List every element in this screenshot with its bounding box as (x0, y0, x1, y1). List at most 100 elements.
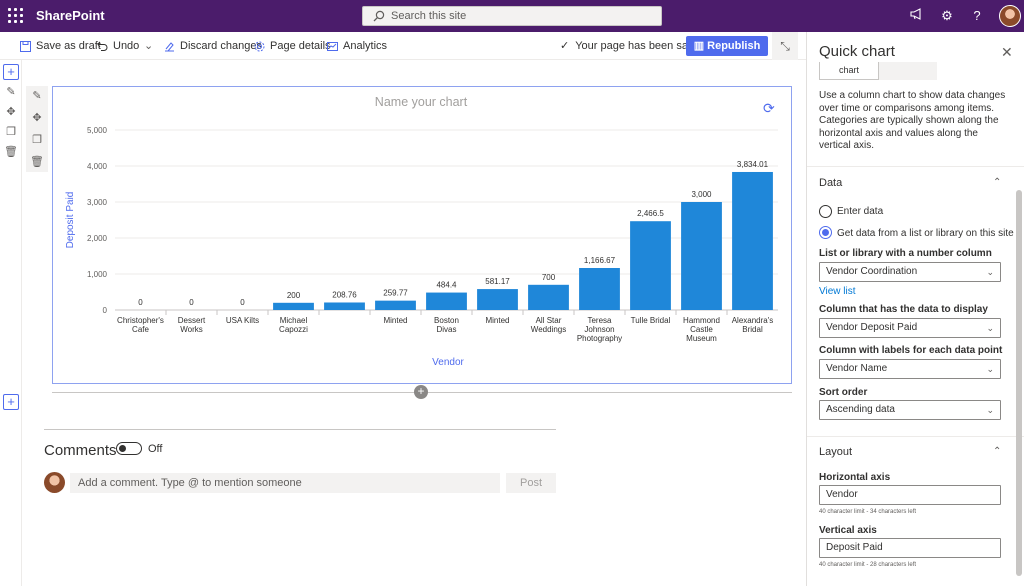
column-dropdown[interactable]: Vendor Deposit Paid ⌄ (819, 318, 1001, 338)
sort-field-label: Sort order (819, 387, 868, 398)
add-section-bottom-plus-icon[interactable]: + (3, 394, 19, 410)
data-label: 208.76 (332, 290, 357, 299)
labels-dropdown[interactable]: Vendor Name ⌄ (819, 359, 1001, 379)
save-draft-button[interactable]: Save as draft (20, 32, 101, 60)
chart-type-option-2[interactable] (879, 62, 937, 80)
pane-scrollbar[interactable] (1016, 190, 1022, 576)
analytics-button[interactable]: Analytics (327, 32, 387, 60)
chevron-up-icon[interactable]: ⌃ (993, 446, 1001, 457)
chart-title: Name your chart (375, 95, 468, 109)
x-tick-label: Capozzi (279, 325, 308, 334)
sort-dropdown-value: Ascending data (826, 404, 895, 415)
delete-webpart-icon[interactable]: 🗑 (29, 154, 45, 170)
refresh-icon[interactable]: ⟳ (763, 100, 775, 117)
chart-type-option[interactable]: chart (819, 62, 879, 80)
book-icon: ▥ (693, 40, 708, 52)
duplicate-webpart-icon[interactable]: ❐ (29, 132, 45, 148)
section-rail: + ✎ ✥ ❐ 🗑 + (0, 60, 22, 586)
avatar[interactable] (999, 5, 1021, 27)
help-icon[interactable]: ? (969, 8, 985, 24)
comment-input[interactable]: Add a comment. Type @ to mention someone (70, 473, 500, 493)
comments-title: Comments (44, 442, 117, 459)
vaxis-hint: 40 character limit - 28 characters left (819, 562, 917, 568)
sort-dropdown[interactable]: Ascending data ⌄ (819, 400, 1001, 420)
list-data-label: Get data from a list or library on this … (837, 228, 1014, 239)
x-tick-label: Bridal (742, 325, 763, 334)
suite-bar: SharePoint Search this site ⚙ ? (0, 0, 1024, 32)
app-brand[interactable]: SharePoint (36, 8, 105, 23)
x-axis-label: Vendor (432, 357, 464, 368)
bar (630, 221, 671, 310)
page-details-button[interactable]: Page details (254, 32, 331, 60)
data-label: 259.77 (383, 289, 408, 298)
property-pane: Quick chart ✕ chart Use a column chart t… (806, 32, 1024, 586)
list-data-radio[interactable] (819, 226, 832, 239)
x-tick-label: USA Kilts (226, 316, 259, 325)
haxis-field-label: Horizontal axis (819, 472, 891, 483)
duplicate-section-icon[interactable]: ❐ (3, 124, 19, 140)
layout-section-header[interactable]: Layout (819, 446, 852, 458)
app-launcher-icon[interactable] (8, 8, 24, 24)
chevron-up-icon[interactable]: ⌃ (993, 177, 1001, 188)
enter-data-radio[interactable] (819, 205, 832, 218)
column-dropdown-value: Vendor Deposit Paid (826, 322, 918, 333)
x-tick-label: Works (180, 325, 203, 334)
x-tick-label: Alexandra's (732, 316, 774, 325)
save-draft-label: Save as draft (36, 40, 101, 52)
bar (426, 292, 467, 310)
checkmark-icon: ✓ (560, 40, 570, 52)
x-tick-label: Michael (280, 316, 308, 325)
pane-title: Quick chart (819, 43, 895, 60)
command-bar: Save as draft Undo ⌄ Discard changes Pag… (0, 32, 806, 60)
y-tick-label: 0 (103, 306, 108, 315)
add-webpart-plus-icon[interactable]: + (414, 385, 428, 399)
data-label: 700 (542, 273, 556, 282)
list-dropdown[interactable]: Vendor Coordination ⌄ (819, 262, 1001, 282)
x-tick-label: All Star (536, 316, 562, 325)
delete-section-icon[interactable]: 🗑 (3, 144, 19, 160)
chevron-down-icon: ⌄ (986, 405, 994, 415)
x-tick-label: Hammond (683, 316, 720, 325)
republish-button[interactable]: ▥ Republish (686, 36, 768, 56)
move-section-icon[interactable]: ✥ (3, 104, 19, 120)
data-label: 581.17 (485, 277, 510, 286)
list-dropdown-value: Vendor Coordination (826, 266, 918, 277)
webpart-toolbox: ✎ ✥ ❐ 🗑 (26, 86, 48, 172)
vaxis-input[interactable]: Deposit Paid (819, 538, 1001, 558)
discard-label: Discard changes (180, 40, 262, 52)
gear-icon[interactable]: ⚙ (939, 8, 955, 24)
analytics-label: Analytics (343, 40, 388, 52)
search-input[interactable]: Search this site (362, 6, 662, 26)
data-label: 0 (240, 298, 245, 307)
bar (732, 171, 773, 310)
undo-button[interactable]: Undo (97, 32, 139, 60)
y-tick-label: 4,000 (87, 162, 108, 171)
undo-dropdown-chevron-icon[interactable]: ⌄ (144, 32, 153, 60)
move-webpart-icon[interactable]: ✥ (29, 110, 45, 126)
close-icon[interactable]: ✕ (1001, 44, 1013, 61)
analytics-icon (327, 42, 338, 51)
edit-section-icon[interactable]: ✎ (3, 84, 19, 100)
chevron-down-icon: ⌄ (986, 267, 994, 277)
view-list-link[interactable]: View list (819, 286, 856, 297)
data-label: 3,834.01 (737, 160, 769, 169)
data-label: 0 (138, 298, 143, 307)
megaphone-icon[interactable] (909, 8, 925, 24)
x-tick-label: Teresa (587, 316, 612, 325)
x-tick-label: Museum (686, 334, 717, 343)
data-section-header[interactable]: Data (819, 177, 842, 189)
haxis-input[interactable]: Vendor (819, 485, 1001, 505)
edit-webpart-icon[interactable]: ✎ (29, 88, 45, 104)
data-label: 3,000 (691, 190, 712, 199)
comments-toggle[interactable] (116, 442, 142, 455)
post-button[interactable]: Post (506, 473, 556, 493)
data-label: 0 (189, 298, 194, 307)
collapse-icon[interactable]: ⤡ (772, 32, 798, 60)
haxis-hint: 40 character limit - 34 characters left (819, 509, 917, 515)
data-label: 1,166.67 (584, 256, 616, 265)
y-tick-label: 2,000 (87, 234, 108, 243)
undo-icon (97, 41, 108, 51)
add-section-plus-icon[interactable]: + (3, 64, 19, 80)
discard-changes-button[interactable]: Discard changes (164, 32, 262, 60)
x-tick-label: Boston (434, 316, 459, 325)
